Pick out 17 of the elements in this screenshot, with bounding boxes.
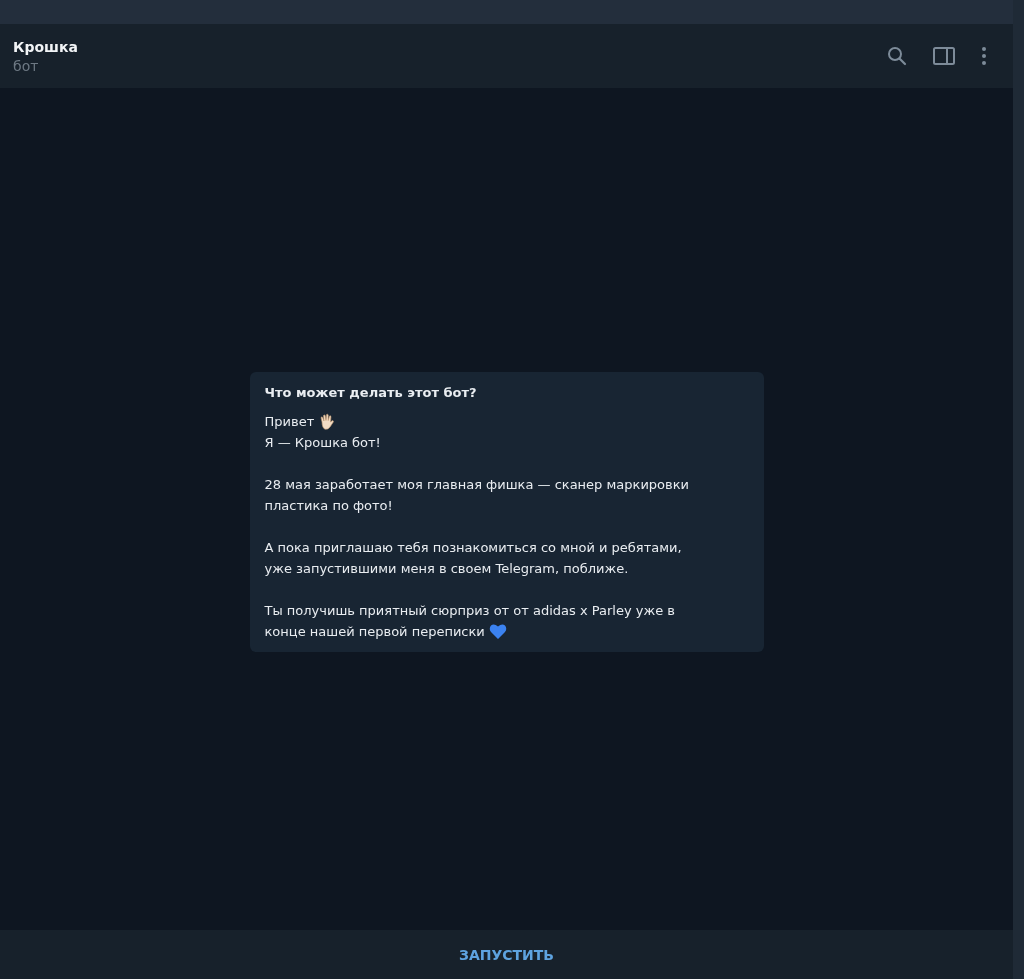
more-menu-icon[interactable]: [981, 46, 987, 66]
heart-icon: [488, 623, 507, 640]
message-text: конце нашей первой переписки: [264, 623, 485, 641]
message-text: Я — Крошка бот!: [264, 434, 381, 452]
sidebar-panel-icon[interactable]: [933, 47, 955, 65]
message-text: уже запустившими меня в своем Telegram, поближе.: [264, 560, 629, 578]
waving-hand-icon: [318, 412, 337, 431]
message-text: А пока приглашаю тебя познакомиться со мной и ребятами,: [264, 539, 682, 557]
message-text: 28 мая заработает моя главная фишка — сканер маркировки: [264, 476, 689, 494]
search-icon[interactable]: [887, 46, 907, 66]
message-text: Привет: [264, 413, 315, 431]
message-text: пластика по фото!: [264, 497, 393, 515]
chat-subtitle: бот: [13, 57, 40, 74]
message-text: Ты получишь приятный сюрприз от от adidas x Parley уже в: [264, 602, 675, 620]
start-button[interactable]: ЗАПУСТИТЬ: [444, 938, 569, 971]
card-title: Что может делать этот бот?: [264, 384, 478, 402]
chat-title: Крошка: [13, 38, 78, 55]
